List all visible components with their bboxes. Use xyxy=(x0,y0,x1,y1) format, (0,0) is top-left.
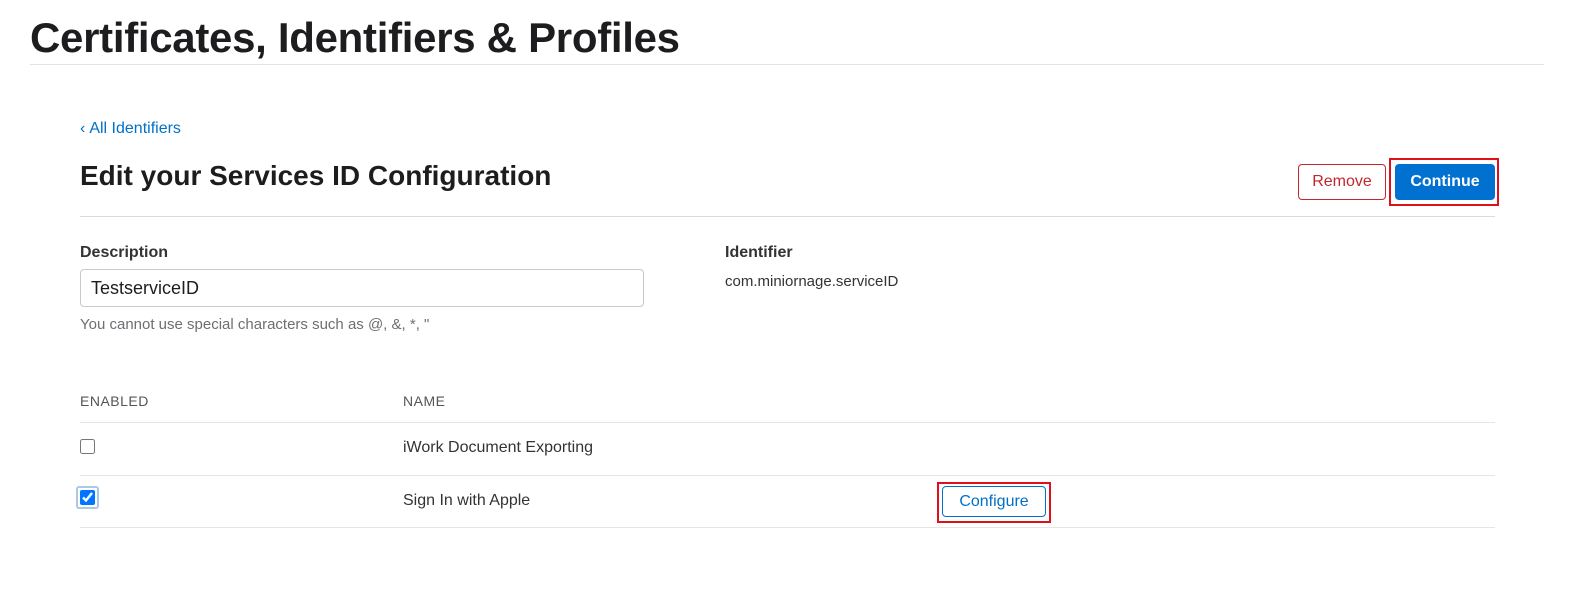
enabled-checkbox-sign-in-with-apple[interactable] xyxy=(80,490,95,505)
column-header-enabled: ENABLED xyxy=(80,393,149,409)
description-hint: You cannot use special characters such a… xyxy=(80,316,430,333)
header-divider xyxy=(30,64,1544,65)
description-label: Description xyxy=(80,244,169,261)
chevron-left-icon: ‹ xyxy=(80,120,86,137)
identifier-value: com.miniornage.serviceID xyxy=(725,273,899,290)
capability-name: iWork Document Exporting xyxy=(403,439,593,456)
enabled-checkbox-iwork-document-exporting[interactable] xyxy=(80,439,95,454)
identifier-label: Identifier xyxy=(725,244,793,261)
back-link-label: All Identifiers xyxy=(89,120,181,137)
table-header-divider xyxy=(80,422,1495,423)
back-link-all-identifiers[interactable]: ‹ All Identifiers xyxy=(80,120,181,138)
table-row-divider xyxy=(80,475,1495,476)
page-title: Certificates, Identifiers & Profiles xyxy=(30,14,680,61)
configure-button[interactable]: Configure xyxy=(942,486,1046,517)
column-header-name: NAME xyxy=(403,393,446,409)
table-row-divider xyxy=(80,527,1495,528)
description-input[interactable] xyxy=(80,269,644,307)
capability-name: Sign In with Apple xyxy=(403,492,531,509)
remove-button[interactable]: Remove xyxy=(1298,164,1386,200)
section-title: Edit your Services ID Configuration xyxy=(80,160,552,191)
section-divider xyxy=(80,216,1495,217)
continue-button[interactable]: Continue xyxy=(1395,164,1495,200)
